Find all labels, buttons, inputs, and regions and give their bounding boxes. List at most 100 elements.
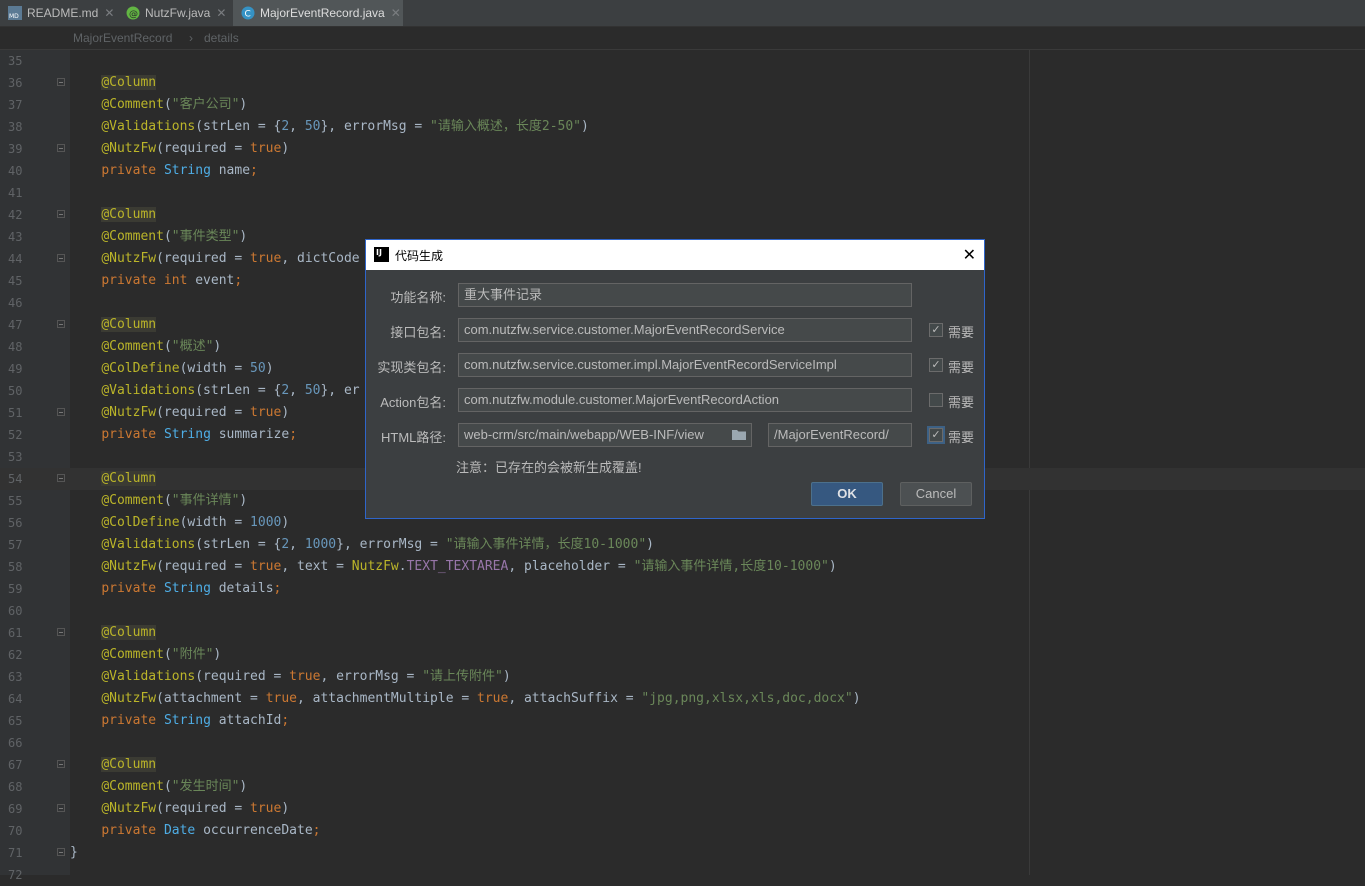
ok-button[interactable]: OK [811,482,883,506]
line-number: 37 [8,98,23,112]
code-line[interactable]: 58 @NutzFw(required = true, text = NutzF… [0,556,1365,578]
line-number: 65 [8,714,23,728]
action-needed-checkbox[interactable] [929,393,943,407]
code-line[interactable]: 66 [0,732,1365,754]
code-line[interactable]: 62 @Comment("附件") [0,644,1365,666]
line-number: 36 [8,76,23,90]
breadcrumb: MajorEventRecord › details [0,27,1365,50]
fold-marker-icon[interactable] [57,210,65,218]
code-line[interactable]: 35 [0,50,1365,72]
line-number: 42 [8,208,23,222]
breadcrumb-member[interactable]: details [204,31,239,45]
code-text: @NutzFw(required = true) [70,402,289,424]
code-line[interactable]: 41 [0,182,1365,204]
code-line[interactable]: 65 private String attachId; [0,710,1365,732]
code-line[interactable]: 60 [0,600,1365,622]
fold-marker-icon[interactable] [57,804,65,812]
html-subpath-field[interactable]: /MajorEventRecord/ [768,423,912,447]
code-text: } [70,842,78,864]
code-line[interactable]: 59 private String details; [0,578,1365,600]
close-icon[interactable]: ✕ [391,6,401,20]
code-line[interactable]: 67 @Column [0,754,1365,776]
cancel-button[interactable]: Cancel [900,482,972,506]
fold-marker-icon[interactable] [57,254,65,262]
code-token: , [289,383,305,398]
code-token: ) [265,361,274,376]
breadcrumb-class[interactable]: MajorEventRecord [73,31,172,45]
code-line[interactable]: 72 [0,864,1365,886]
code-line[interactable]: 38 @Validations(strLen = {2, 50}, errorM… [0,116,1365,138]
impl-needed-checkbox[interactable]: ✓ [929,358,943,372]
tab-readme[interactable]: MD README.md ✕ [0,0,118,26]
code-token: @Column [101,625,157,640]
tab-nutzfw[interactable]: @ NutzFw.java ✕ [118,0,233,26]
code-token: ; [250,163,258,178]
code-token: (strLen = { [195,119,282,134]
code-text: @NutzFw(required = true) [70,798,289,820]
code-token: true [250,801,282,816]
code-line[interactable]: 64 @NutzFw(attachment = true, attachment… [0,688,1365,710]
action-package-field[interactable]: com.nutzfw.module.customer.MajorEventRec… [458,388,912,412]
code-token: 2 [281,537,290,552]
code-token: "概述" [171,339,214,354]
code-token: @NutzFw [101,559,157,574]
code-line[interactable]: 42 @Column [0,204,1365,226]
line-number: 59 [8,582,23,596]
tab-majoreventrecord[interactable]: C MajorEventRecord.java ✕ [233,0,403,26]
interface-needed-checkbox[interactable]: ✓ [929,323,943,337]
code-token: }, errorMsg = [320,119,431,134]
interface-package-field[interactable]: com.nutzfw.service.customer.MajorEventRe… [458,318,912,342]
line-number: 57 [8,538,23,552]
fold-marker-icon[interactable] [57,628,65,636]
code-text: @Comment("事件类型") [70,226,247,248]
code-line[interactable]: 40 private String name; [0,160,1365,182]
code-line[interactable]: 70 private Date occurrenceDate; [0,820,1365,842]
close-icon[interactable]: ✕ [216,6,226,20]
html-needed-checkbox[interactable]: ✓ [927,426,945,444]
fold-marker-icon[interactable] [57,320,65,328]
close-icon[interactable]: ✕ [104,6,114,20]
code-line[interactable]: 61 @Column [0,622,1365,644]
fold-marker-icon[interactable] [57,848,65,856]
func-name-field[interactable]: 重大事件记录 [458,283,912,307]
fold-marker-icon[interactable] [57,760,65,768]
code-line[interactable]: 36 @Column [0,72,1365,94]
code-token: (strLen = { [195,537,282,552]
code-line[interactable]: 71} [0,842,1365,864]
line-number: 62 [8,648,23,662]
code-line[interactable]: 69 @NutzFw(required = true) [0,798,1365,820]
code-line[interactable]: 63 @Validations(required = true, errorMs… [0,666,1365,688]
fold-marker-icon[interactable] [57,408,65,416]
fold-marker-icon[interactable] [57,474,65,482]
impl-package-field[interactable]: com.nutzfw.service.customer.impl.MajorEv… [458,353,912,377]
code-text: @Comment("客户公司") [70,94,247,116]
code-token: true [250,559,282,574]
code-token: private [101,823,164,838]
code-text: private String summarize; [70,424,297,446]
fold-marker-icon[interactable] [57,144,65,152]
close-icon[interactable]: ✕ [963,245,976,265]
code-token: true [289,669,321,684]
folder-icon[interactable] [732,429,747,441]
code-line[interactable]: 37 @Comment("客户公司") [0,94,1365,116]
code-line[interactable]: 57 @Validations(strLen = {2, 1000}, erro… [0,534,1365,556]
code-token: @Validations [101,537,196,552]
code-line[interactable]: 39 @NutzFw(required = true) [0,138,1365,160]
code-token: details [218,581,274,596]
tab-label: NutzFw.java [145,6,211,20]
overwrite-warning: 注意：已存在的会被新生成覆盖! [456,460,642,475]
func-name-label: 功能名称: [390,290,446,305]
line-number: 63 [8,670,23,684]
code-line[interactable]: 68 @Comment("发生时间") [0,776,1365,798]
code-token: @ColDefine [101,515,180,530]
fold-marker-icon[interactable] [57,78,65,86]
code-token: TEXT_TEXTAREA [406,559,509,574]
html-path-field[interactable]: web-crm/src/main/webapp/WEB-INF/view [458,423,752,447]
code-token: @Comment [101,339,164,354]
